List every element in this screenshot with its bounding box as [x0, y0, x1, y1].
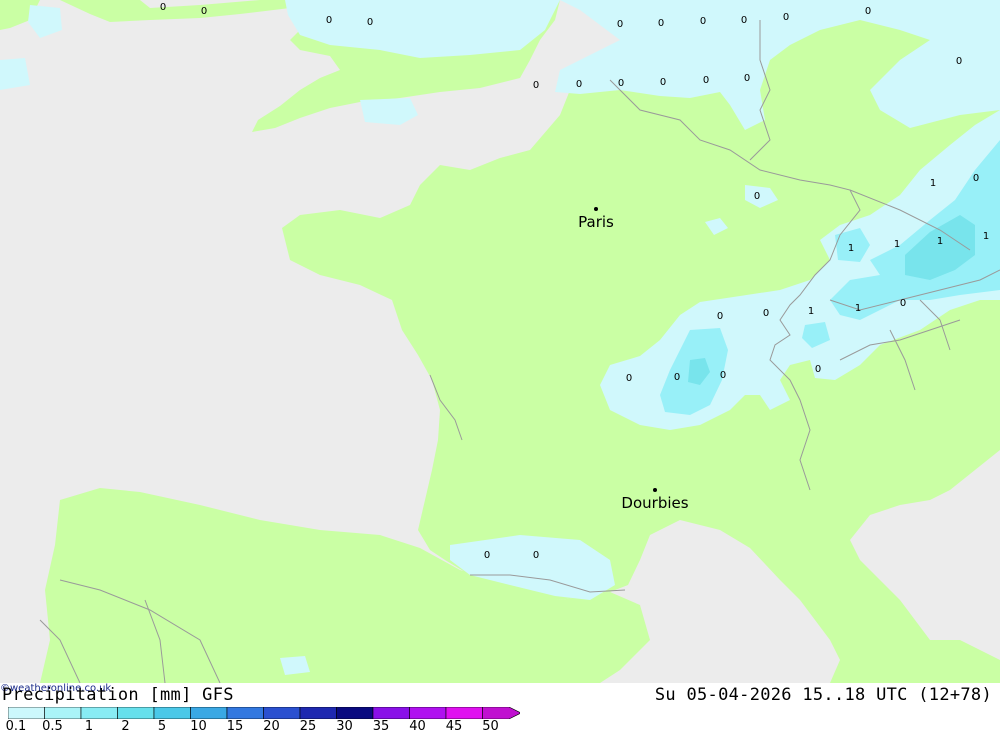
precip-value-label: 1	[808, 306, 814, 317]
scale-tick-label: 45	[445, 719, 463, 734]
precip-value-label: 0	[326, 15, 332, 26]
precip-value-label: 0	[533, 550, 539, 561]
scale-swatch	[482, 707, 520, 719]
precip-value-label: 0	[367, 17, 373, 28]
precip-value-label: 0	[956, 56, 962, 67]
precip-value-label: 0	[865, 6, 871, 17]
valid-time: Su 05-04-2026 15..18 UTC (12+78)	[654, 685, 992, 705]
precip-value-label: 0	[674, 372, 680, 383]
precip-value-label: 0	[626, 373, 632, 384]
scale-tick-label: 0.1	[5, 719, 27, 734]
scale-tick-label: 20	[263, 719, 280, 734]
scale-swatch	[226, 707, 264, 719]
precip-value-label: 0	[720, 370, 726, 381]
precip-value-label: 0	[700, 16, 706, 27]
scale-tick-label: 5	[157, 719, 167, 734]
scale-tick-label: 0.5	[42, 719, 63, 734]
scale-tick-label: 50	[482, 719, 499, 734]
precip-value-label: 0	[815, 364, 821, 375]
color-scale-bar	[8, 707, 520, 719]
precip-value-label: 1	[937, 236, 943, 247]
precip-value-label: 0	[533, 80, 539, 91]
map-footer: Precipitation [mm] GFS Su 05-04-2026 15.…	[0, 683, 1000, 734]
scale-tick-label: 35	[372, 719, 390, 734]
precip-value-label: 0	[741, 15, 747, 26]
scale-swatch	[8, 707, 45, 719]
scale-tick-label: 1	[84, 719, 94, 734]
precip-value-label: 0	[754, 191, 760, 202]
scale-tick-label: 2	[121, 719, 130, 734]
precip-value-label: 0	[717, 311, 723, 322]
precip-value-label: 0	[660, 77, 666, 88]
precip-value-label: 0	[658, 18, 664, 29]
city-dot	[594, 207, 598, 211]
scale-tick-label: 25	[299, 719, 317, 734]
precip-value-label: 0	[160, 2, 166, 13]
precip-value-label: 0	[783, 12, 789, 23]
scale-tick-label: 30	[336, 719, 353, 734]
city-label: Paris	[578, 213, 614, 231]
precip-value-label: 0	[201, 6, 207, 17]
city-dot	[653, 488, 657, 492]
precip-value-label: 0	[763, 308, 769, 319]
city-label: Dourbies	[621, 494, 688, 512]
precip-value-label: 1	[930, 178, 936, 189]
precip-value-label: 1	[983, 231, 989, 242]
precip-value-label: 0	[900, 298, 906, 309]
precip-area-light	[280, 656, 310, 675]
scale-swatch	[153, 707, 191, 719]
precip-area-light	[0, 58, 30, 90]
color-scale-labels: 0.1 0.5 1 2 5 10 15 20 25 30 35 40 45 50	[0, 719, 520, 734]
scale-swatch	[372, 707, 410, 719]
precip-value-label: 0	[617, 19, 623, 30]
scale-tick-label: 40	[409, 719, 426, 734]
precipitation-map: 0 0 0 0 0 0 0 0 0 0 0 0 0 0 0 0 0 0 1 0 1 1 1 1 1 0 0 0 1 0 0 0 0 0 0 Pari…	[0, 0, 1000, 684]
legend-title: Precipitation [mm] GFS	[2, 685, 234, 705]
precip-value-label: 0	[973, 173, 979, 184]
scale-swatch	[263, 707, 301, 719]
scale-tick-label: 10	[190, 719, 207, 734]
precip-value-label: 1	[894, 239, 900, 250]
precip-value-label: 0	[576, 79, 582, 90]
scale-swatch	[44, 707, 82, 719]
scale-swatch	[409, 707, 447, 719]
scale-swatch	[445, 707, 483, 719]
scale-swatch	[190, 707, 228, 719]
precip-value-label: 0	[744, 73, 750, 84]
precip-value-label: 0	[703, 75, 709, 86]
scale-swatch	[299, 707, 337, 719]
scale-swatch	[336, 707, 374, 719]
scale-swatch	[117, 707, 155, 719]
precip-value-label: 1	[848, 243, 854, 254]
scale-tick-label: 15	[226, 719, 244, 734]
precip-value-label: 0	[618, 78, 624, 89]
scale-swatch	[80, 707, 118, 719]
precip-value-label: 0	[484, 550, 490, 561]
precip-value-label: 1	[855, 303, 861, 314]
